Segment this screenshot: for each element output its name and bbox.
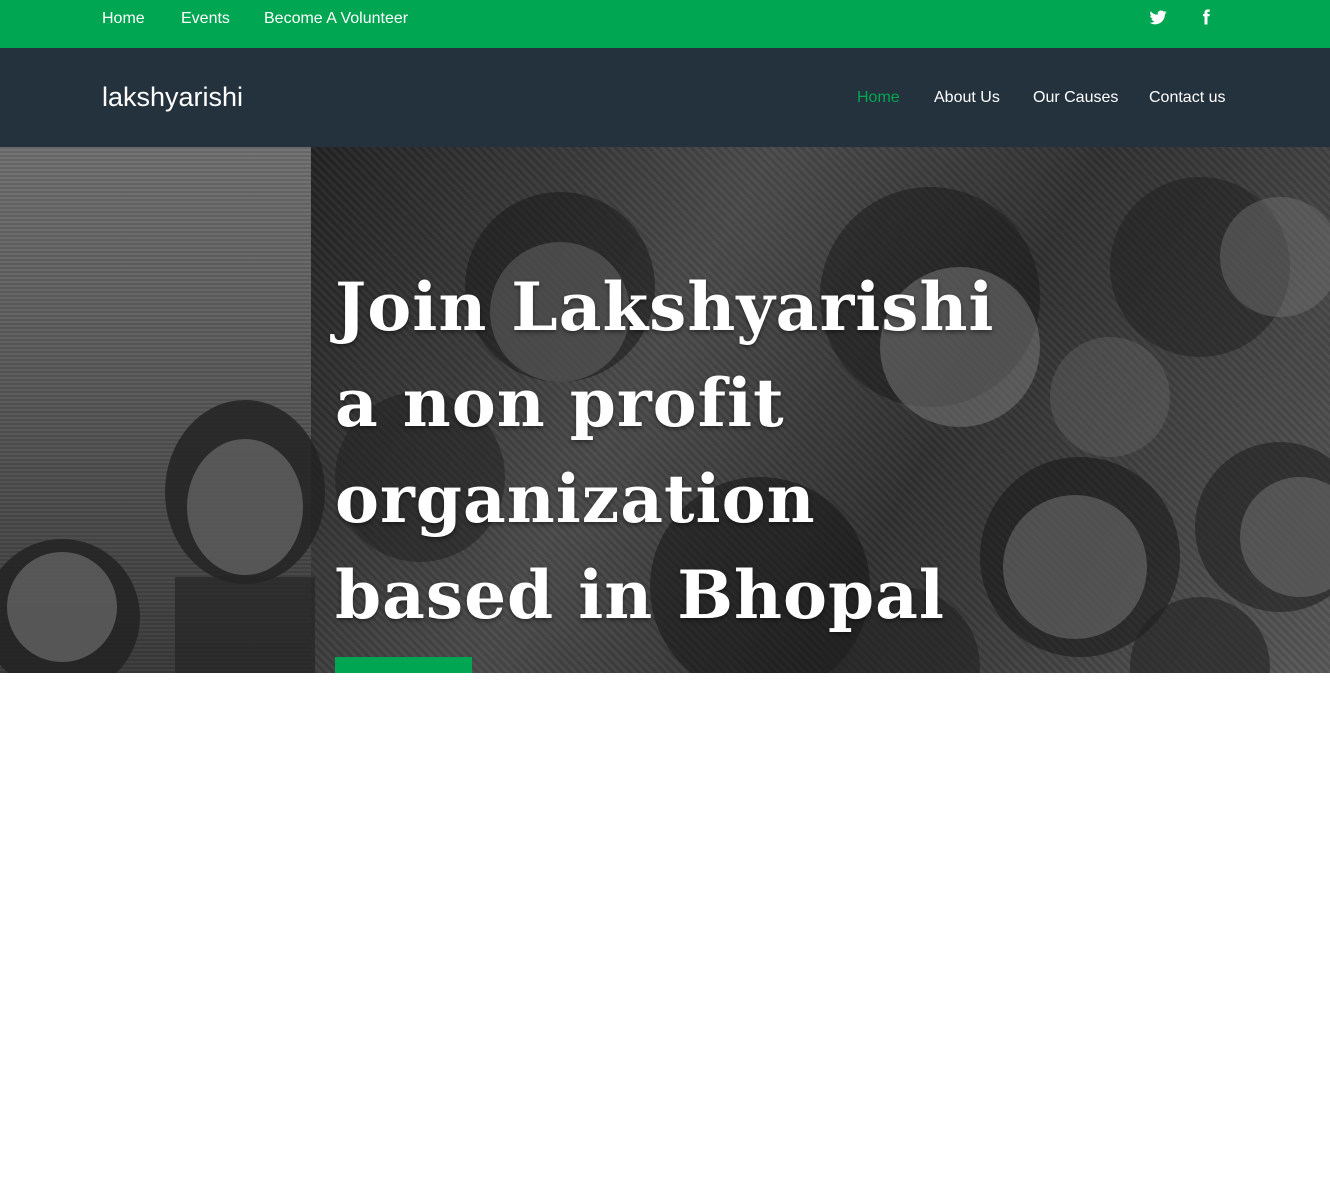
hero-section: Join Lakshyarishi a non profit organizat… xyxy=(0,147,1330,673)
hero-cta-button[interactable] xyxy=(335,657,472,673)
nav-link-about-us[interactable]: About Us xyxy=(934,88,1000,108)
facebook-icon[interactable] xyxy=(1197,8,1215,26)
nav-link-our-causes[interactable]: Our Causes xyxy=(1033,88,1118,108)
top-link-events[interactable]: Events xyxy=(181,9,230,29)
top-bar: Home Events Become A Volunteer xyxy=(0,0,1330,48)
hero-title: Join Lakshyarishi a non profit organizat… xyxy=(335,268,995,634)
twitter-icon[interactable] xyxy=(1149,8,1167,26)
site-brand[interactable]: lakshyarishi xyxy=(102,81,243,113)
nav-link-contact-us[interactable]: Contact us xyxy=(1149,88,1225,108)
top-link-become-a-volunteer[interactable]: Become A Volunteer xyxy=(264,9,408,29)
nav-link-home[interactable]: Home xyxy=(857,88,900,108)
main-navbar: lakshyarishi Home About Us Our Causes Co… xyxy=(0,48,1330,147)
top-link-home[interactable]: Home xyxy=(102,9,145,29)
